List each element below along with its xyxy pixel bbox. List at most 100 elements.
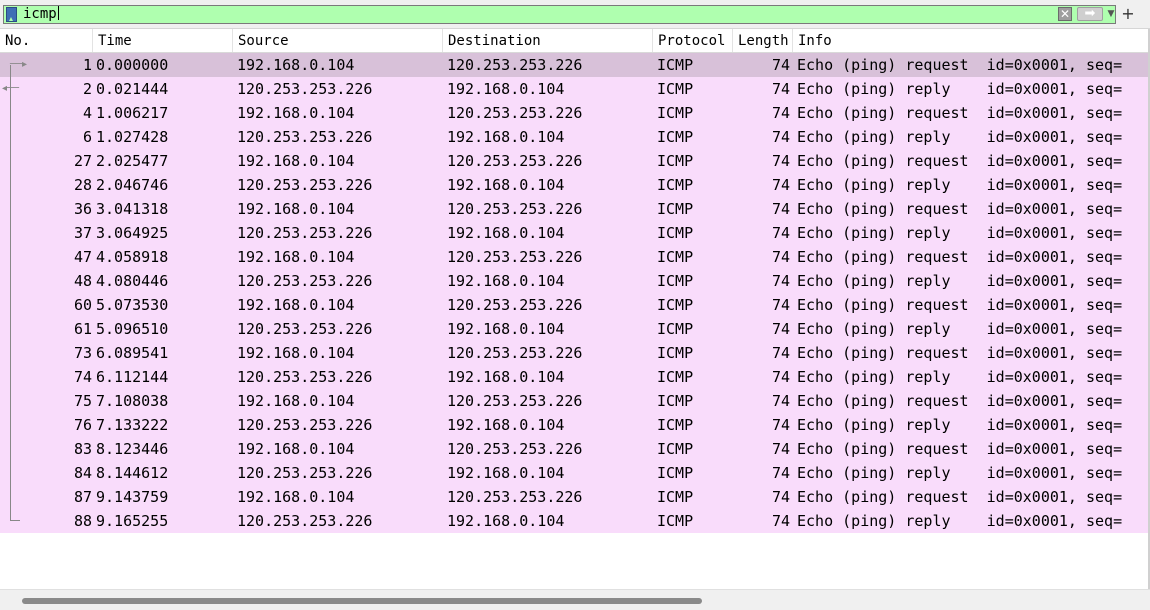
display-filter-field[interactable]: icmp ✕ ➡ ▼ xyxy=(3,5,1116,24)
cell-proto: ICMP xyxy=(657,368,694,386)
cell-dst: 120.253.253.226 xyxy=(447,248,583,266)
packet-row[interactable]: 6 1.027428 120.253.253.226 192.168.0.104 ICM… xyxy=(0,125,1150,149)
cell-info: Echo (ping) request id=0x0001, seq= xyxy=(797,296,1123,314)
packet-row[interactable]: 27 2.025477 192.168.0.104 120.253.253.226 IC… xyxy=(0,149,1150,173)
packet-row[interactable]: 87 9.143759 192.168.0.104 120.253.253.226 IC… xyxy=(0,485,1150,509)
column-time[interactable]: Time xyxy=(93,29,233,52)
cell-len: 74 xyxy=(771,128,790,146)
packet-row[interactable]: 48 4.080446 120.253.253.226 192.168.0.104 IC… xyxy=(0,269,1150,293)
cell-len: 74 xyxy=(771,320,790,338)
cell-dst: 192.168.0.104 xyxy=(447,128,565,146)
plus-icon[interactable]: + xyxy=(1120,4,1136,24)
cell-dst: 192.168.0.104 xyxy=(447,464,565,482)
cell-proto: ICMP xyxy=(657,488,694,506)
packet-row[interactable]: 28 2.046746 120.253.253.226 192.168.0.104 IC… xyxy=(0,173,1150,197)
cell-info: Echo (ping) request id=0x0001, seq= xyxy=(797,344,1123,362)
cell-dst: 192.168.0.104 xyxy=(447,512,565,530)
cell-len: 74 xyxy=(771,440,790,458)
cell-info: Echo (ping) request id=0x0001, seq= xyxy=(797,200,1123,218)
cell-proto: ICMP xyxy=(657,128,694,146)
column-info[interactable]: Info xyxy=(793,29,1150,52)
cell-dst: 120.253.253.226 xyxy=(447,392,583,410)
cell-dst: 192.168.0.104 xyxy=(447,80,565,98)
column-destination[interactable]: Destination xyxy=(443,29,653,52)
cell-time: 8.123446 xyxy=(96,440,169,458)
cell-info: Echo (ping) request id=0x0001, seq= xyxy=(797,392,1123,410)
packet-list-header: No. Time Source Destination Protocol Len… xyxy=(0,29,1150,53)
cell-dst: 120.253.253.226 xyxy=(447,488,583,506)
cell-proto: ICMP xyxy=(657,200,694,218)
packet-row[interactable]: 88 9.165255 120.253.253.226 192.168.0.104 IC… xyxy=(0,509,1150,533)
packet-row[interactable]: 73 6.089541 192.168.0.104 120.253.253.226 IC… xyxy=(0,341,1150,365)
cell-proto: ICMP xyxy=(657,440,694,458)
packet-row[interactable]: 2 0.021444 120.253.253.226 192.168.0.104 ICM… xyxy=(0,77,1150,101)
packet-row[interactable]: 1 0.000000 192.168.0.104 120.253.253.226 ICM… xyxy=(0,53,1150,77)
text-caret xyxy=(57,6,59,20)
cell-info: Echo (ping) request id=0x0001, seq= xyxy=(797,104,1123,122)
cell-info: Echo (ping) reply id=0x0001, seq= xyxy=(797,80,1123,98)
cell-no: 36 xyxy=(73,200,92,218)
chevron-down-icon[interactable]: ▼ xyxy=(1105,7,1117,21)
cell-src: 192.168.0.104 xyxy=(237,296,355,314)
cell-len: 74 xyxy=(771,56,790,74)
cell-no: 37 xyxy=(73,224,92,242)
cell-dst: 192.168.0.104 xyxy=(447,272,565,290)
horizontal-scrollbar[interactable] xyxy=(0,589,1150,610)
cell-no: 61 xyxy=(73,320,92,338)
cell-info: Echo (ping) request id=0x0001, seq= xyxy=(797,440,1123,458)
cell-len: 74 xyxy=(771,512,790,530)
cell-dst: 120.253.253.226 xyxy=(447,200,583,218)
apply-arrow-icon[interactable]: ➡ xyxy=(1077,7,1103,21)
cell-no: 6 xyxy=(82,128,92,146)
cell-src: 192.168.0.104 xyxy=(237,152,355,170)
cell-info: Echo (ping) reply id=0x0001, seq= xyxy=(797,176,1123,194)
cell-time: 1.006217 xyxy=(96,104,169,122)
cell-time: 8.144612 xyxy=(96,464,169,482)
display-filter-toolbar: icmp ✕ ➡ ▼ + xyxy=(0,0,1150,29)
related-packet-line-end xyxy=(10,520,20,521)
cell-src: 120.253.253.226 xyxy=(237,368,373,386)
cell-len: 74 xyxy=(771,392,790,410)
packet-row[interactable]: 37 3.064925 120.253.253.226 192.168.0.104 IC… xyxy=(0,221,1150,245)
scrollbar-thumb[interactable] xyxy=(22,598,702,604)
cell-proto: ICMP xyxy=(657,320,694,338)
packet-row[interactable]: 36 3.041318 192.168.0.104 120.253.253.226 IC… xyxy=(0,197,1150,221)
cell-len: 74 xyxy=(771,200,790,218)
filter-input[interactable]: icmp xyxy=(23,6,59,23)
clear-icon[interactable]: ✕ xyxy=(1058,7,1072,21)
cell-src: 120.253.253.226 xyxy=(237,464,373,482)
cell-no: 1 xyxy=(82,56,92,74)
cell-dst: 192.168.0.104 xyxy=(447,176,565,194)
column-protocol[interactable]: Protocol xyxy=(653,29,733,52)
cell-dst: 120.253.253.226 xyxy=(447,104,583,122)
cell-no: 75 xyxy=(73,392,92,410)
cell-dst: 120.253.253.226 xyxy=(447,296,583,314)
cell-no: 74 xyxy=(73,368,92,386)
cell-time: 2.046746 xyxy=(96,176,169,194)
cell-len: 74 xyxy=(771,464,790,482)
column-length[interactable]: Length xyxy=(733,29,793,52)
cell-info: Echo (ping) reply id=0x0001, seq= xyxy=(797,512,1123,530)
cell-no: 4 xyxy=(82,104,92,122)
packet-row[interactable]: 75 7.108038 192.168.0.104 120.253.253.226 IC… xyxy=(0,389,1150,413)
packet-row[interactable]: 74 6.112144 120.253.253.226 192.168.0.104 IC… xyxy=(0,365,1150,389)
cell-len: 74 xyxy=(771,488,790,506)
bookmark-icon[interactable] xyxy=(6,7,17,22)
packet-row[interactable]: 47 4.058918 192.168.0.104 120.253.253.226 IC… xyxy=(0,245,1150,269)
cell-proto: ICMP xyxy=(657,392,694,410)
cell-src: 120.253.253.226 xyxy=(237,512,373,530)
packet-row[interactable]: 60 5.073530 192.168.0.104 120.253.253.226 IC… xyxy=(0,293,1150,317)
packet-row[interactable]: 4 1.006217 192.168.0.104 120.253.253.226 ICM… xyxy=(0,101,1150,125)
cell-proto: ICMP xyxy=(657,464,694,482)
packet-row[interactable]: 76 7.133222 120.253.253.226 192.168.0.104 IC… xyxy=(0,413,1150,437)
column-no[interactable]: No. xyxy=(0,29,93,52)
cell-src: 120.253.253.226 xyxy=(237,176,373,194)
column-source[interactable]: Source xyxy=(233,29,443,52)
cell-proto: ICMP xyxy=(657,56,694,74)
cell-time: 0.021444 xyxy=(96,80,169,98)
packet-row[interactable]: 61 5.096510 120.253.253.226 192.168.0.104 IC… xyxy=(0,317,1150,341)
cell-info: Echo (ping) request id=0x0001, seq= xyxy=(797,488,1123,506)
packet-row[interactable]: 84 8.144612 120.253.253.226 192.168.0.104 IC… xyxy=(0,461,1150,485)
cell-no: 84 xyxy=(73,464,92,482)
packet-row[interactable]: 83 8.123446 192.168.0.104 120.253.253.226 IC… xyxy=(0,437,1150,461)
